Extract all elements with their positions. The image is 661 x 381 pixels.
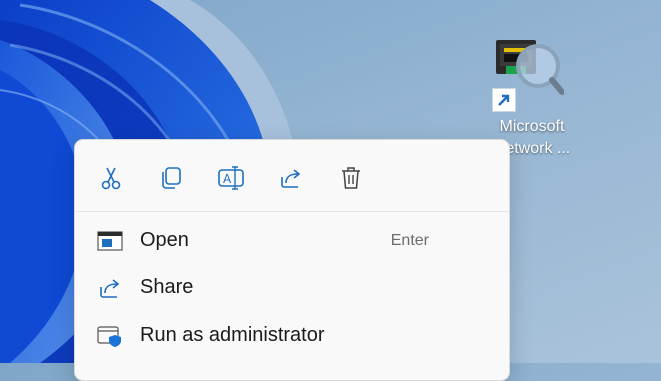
menu-item-accelerator: Enter <box>390 232 429 249</box>
rename-button[interactable]: A <box>213 160 249 196</box>
share-icon <box>281 169 301 188</box>
menu-item-label: Share <box>140 276 194 298</box>
menu-item-run-as-admin[interactable]: Run as administrator <box>75 313 509 359</box>
delete-button[interactable] <box>333 160 369 196</box>
share-icon <box>100 279 120 298</box>
copy-icon <box>162 167 181 189</box>
quick-actions-bar: A <box>75 140 509 212</box>
window-icon <box>97 231 123 251</box>
trash-icon <box>342 167 360 189</box>
menu-item-label: Run as administrator <box>140 324 325 346</box>
menu-item-label: Open <box>140 229 189 251</box>
scissors-icon <box>101 167 121 190</box>
svg-text:A: A <box>223 172 232 186</box>
menu-divider <box>75 211 509 212</box>
rename-icon: A <box>218 166 244 190</box>
shortcut-arrow-icon <box>492 88 516 112</box>
cut-button[interactable] <box>93 160 129 196</box>
context-menu: A Open Enter Share Run as administrator <box>74 139 510 381</box>
menu-item-open[interactable]: Open Enter <box>75 218 509 264</box>
menu-item-share[interactable]: Share <box>75 265 509 311</box>
shield-window-icon <box>97 326 121 347</box>
copy-button[interactable] <box>153 160 189 196</box>
share-button[interactable] <box>273 160 309 196</box>
